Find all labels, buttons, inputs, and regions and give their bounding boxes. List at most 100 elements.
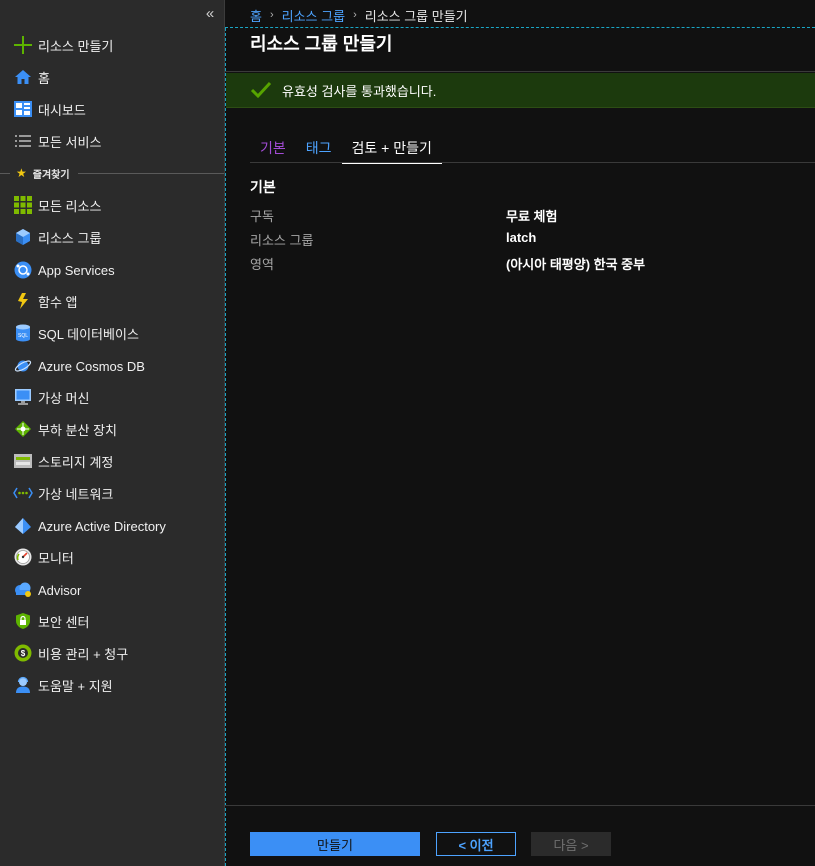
create-resource-button[interactable]: 리소스 만들기 [0, 30, 224, 60]
sidebar-item-label: 함수 앱 [38, 294, 78, 310]
summary-value: 무료 체험 [506, 209, 558, 224]
sidebar-item-label: Advisor [38, 582, 82, 598]
summary-row: 리소스 그룹 latch [250, 230, 810, 250]
sidebar-item-label: SQL 데이터베이스 [38, 326, 139, 342]
tab-tags[interactable]: 태그 [296, 135, 342, 162]
monitor-icon [13, 387, 33, 407]
sidebar-item-cost-management[interactable]: $ 비용 관리 + 청구 [0, 638, 224, 668]
chevron-right-icon: › [353, 9, 357, 21]
sidebar-item-label: Azure Active Directory [38, 518, 166, 534]
plus-icon [13, 35, 33, 55]
breadcrumb-home-link[interactable]: 홈 [250, 6, 262, 25]
section-title: 기본 [250, 179, 276, 195]
cube-icon [13, 227, 33, 247]
sidebar-item-security-center[interactable]: 보안 센터 [0, 606, 224, 636]
summary-key: 리소스 그룹 [250, 233, 314, 248]
network-icon [13, 483, 33, 503]
diamond-icon [13, 516, 33, 536]
previous-button[interactable]: < 이전 [436, 832, 516, 856]
sidebar-item-label: 대시보드 [38, 102, 86, 118]
gauge-icon [13, 547, 33, 567]
sql-database-icon: SQL [13, 323, 33, 343]
sidebar-item-label: 모니터 [38, 550, 74, 566]
breadcrumb: 홈 › 리소스 그룹 › 리소스 그룹 만들기 [250, 6, 468, 24]
sidebar-item-label: App Services [38, 262, 115, 278]
globe-icon [13, 260, 33, 280]
storage-icon [13, 451, 33, 471]
sidebar-item-label: 모든 서비스 [38, 134, 102, 150]
sidebar-item-resource-groups[interactable]: 리소스 그룹 [0, 222, 224, 252]
coin-icon: $ [13, 643, 33, 663]
svg-text:SQL: SQL [18, 333, 28, 339]
next-button[interactable]: 다음 > [531, 832, 611, 856]
load-balancer-icon [13, 419, 33, 439]
sidebar-item-function-apps[interactable]: 함수 앱 [0, 286, 224, 316]
sidebar-item-label: 보안 센터 [38, 614, 90, 630]
favorites-header: ★ 즐겨찾기 [0, 164, 224, 182]
sidebar-item-virtual-machines[interactable]: 가상 머신 [0, 382, 224, 412]
validation-success-banner: 유효성 검사를 통과했습니다. [226, 73, 815, 108]
sidebar-item-label: 도움말 + 지원 [38, 678, 113, 694]
sidebar-item-label: 리소스 그룹 [38, 230, 102, 246]
create-resource-label: 리소스 만들기 [38, 38, 114, 54]
sidebar-item-sql-databases[interactable]: SQL SQL 데이터베이스 [0, 318, 224, 348]
sidebar-item-label: 비용 관리 + 청구 [38, 646, 129, 662]
favorites-label: 즐겨찾기 [32, 169, 70, 181]
sidebar-item-label: 스토리지 계정 [38, 454, 114, 470]
sidebar-item-home[interactable]: 홈 [0, 62, 224, 92]
double-chevron-left-icon: « [205, 5, 215, 22]
sidebar-item-virtual-networks[interactable]: 가상 네트워크 [0, 478, 224, 508]
sidebar-item-label: 홈 [38, 70, 50, 86]
shield-lock-icon [13, 611, 33, 631]
sidebar-item-all-resources[interactable]: 모든 리소스 [0, 190, 224, 220]
svg-text:$: $ [21, 649, 26, 658]
sidebar-item-azure-active-directory[interactable]: Azure Active Directory [0, 511, 224, 541]
checkmark-icon [250, 80, 272, 100]
tab-basics[interactable]: 기본 [250, 135, 296, 162]
sidebar-item-monitor[interactable]: 모니터 [0, 542, 224, 572]
tab-strip: 기본 태그 검토 + 만들기 [250, 135, 442, 164]
sidebar-item-app-services[interactable]: App Services [0, 255, 224, 285]
summary-key: 영역 [250, 257, 274, 272]
star-icon: ★ [16, 166, 27, 180]
divider [0, 172, 10, 174]
divider [77, 172, 224, 174]
sidebar-item-label: 가상 네트워크 [38, 486, 114, 502]
sidebar-item-storage-accounts[interactable]: 스토리지 계정 [0, 446, 224, 476]
page-title: 리소스 그룹 만들기 [250, 34, 393, 54]
sidebar-item-help-support[interactable]: 도움말 + 지원 [0, 670, 224, 700]
sidebar-item-label: 가상 머신 [38, 390, 90, 406]
sidebar-item-dashboard[interactable]: 대시보드 [0, 94, 224, 124]
tab-review-create[interactable]: 검토 + 만들기 [341, 135, 442, 164]
breadcrumb-current: 리소스 그룹 만들기 [364, 8, 468, 24]
dashboard-icon [13, 99, 33, 119]
summary-value: latch [506, 230, 537, 245]
main-blade: 홈 › 리소스 그룹 › 리소스 그룹 만들기 리소스 그룹 만들기 유효성 검… [225, 0, 815, 866]
cloud-icon [13, 580, 33, 600]
list-icon [13, 131, 33, 151]
lightning-icon [13, 291, 33, 311]
summary-row: 영역 (아시아 태평양) 한국 중부 [250, 254, 810, 274]
sidebar-item-label: Azure Cosmos DB [38, 358, 145, 374]
create-button[interactable]: 만들기 [250, 832, 420, 856]
sidebar-item-advisor[interactable]: Advisor [0, 575, 224, 605]
summary-key: 구독 [250, 209, 274, 224]
sidebar-item-label: 모든 리소스 [38, 198, 102, 214]
breadcrumb-resource-groups-link[interactable]: 리소스 그룹 [282, 6, 345, 25]
divider [250, 162, 815, 163]
divider [225, 805, 815, 806]
support-person-icon [13, 675, 33, 695]
blade-border-left [225, 28, 226, 866]
sidebar-item-load-balancers[interactable]: 부하 분산 장치 [0, 414, 224, 444]
validation-message: 유효성 검사를 통과했습니다. [282, 83, 437, 99]
sidebar-item-all-services[interactable]: 모든 서비스 [0, 126, 224, 156]
sidebar-item-cosmos-db[interactable]: Azure Cosmos DB [0, 351, 224, 381]
planet-icon [13, 356, 33, 376]
sidebar-item-label: 부하 분산 장치 [38, 422, 117, 438]
chevron-right-icon: › [269, 9, 274, 21]
summary-value: (아시아 태평양) 한국 중부 [506, 257, 646, 272]
grid-icon [13, 195, 33, 215]
home-icon [13, 67, 33, 87]
sidebar: « 리소스 만들기 홈 대시보드 모든 서비스 ★ 즐겨찾기 모든 리소스 리소… [0, 0, 225, 866]
collapse-sidebar-button[interactable]: « [200, 4, 220, 24]
